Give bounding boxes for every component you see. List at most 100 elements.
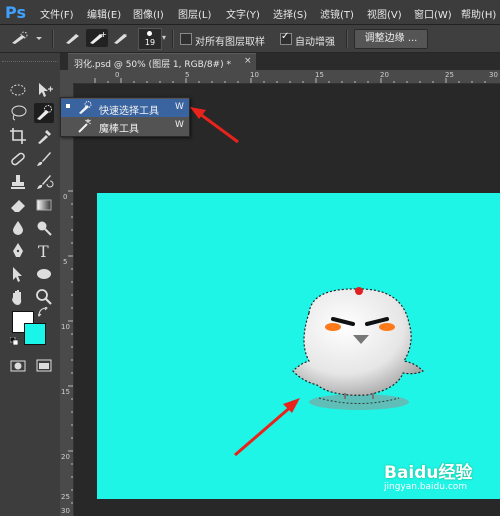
brush-tool[interactable] bbox=[34, 149, 54, 169]
blur-tool[interactable] bbox=[8, 218, 28, 238]
dodge-icon bbox=[37, 221, 52, 236]
subtract-from-selection-button[interactable]: - bbox=[110, 29, 132, 47]
brush-new-icon bbox=[66, 34, 79, 44]
hand-icon bbox=[12, 290, 22, 305]
shape-tool[interactable] bbox=[34, 264, 54, 284]
svg-text:+: + bbox=[100, 30, 107, 39]
path-selection-tool[interactable] bbox=[8, 264, 28, 284]
add-to-selection-button[interactable]: + bbox=[86, 29, 108, 47]
screen-mode-icon bbox=[36, 359, 52, 372]
swap-colors-icon[interactable] bbox=[37, 306, 48, 317]
tool-flyout-menu: 快速选择工具 W 魔棒工具 W bbox=[60, 97, 190, 137]
healing-brush-tool[interactable] bbox=[8, 149, 28, 169]
gradient-tool[interactable] bbox=[34, 195, 54, 215]
menu-edit[interactable]: 编辑(E) bbox=[87, 6, 121, 21]
sample-all-layers-label: 对所有图层取样 bbox=[195, 37, 265, 48]
lasso-icon bbox=[11, 105, 27, 121]
history-brush-icon bbox=[37, 175, 54, 189]
annotation-arrow bbox=[190, 107, 239, 144]
chevron-down-icon[interactable]: ▾ bbox=[162, 33, 166, 42]
type-icon: T bbox=[38, 242, 49, 261]
sample-all-layers-checkbox[interactable] bbox=[180, 33, 192, 45]
hand-tool[interactable] bbox=[8, 287, 28, 307]
menu-image[interactable]: 图像(I) bbox=[133, 6, 164, 21]
default-colors-icon[interactable] bbox=[9, 336, 19, 346]
menu-select[interactable]: 选择(S) bbox=[273, 6, 307, 21]
stamp-icon bbox=[11, 175, 25, 189]
toolbox-grip[interactable] bbox=[2, 55, 58, 62]
separator bbox=[172, 30, 174, 48]
watermark-brand: Baidu经验 bbox=[384, 463, 473, 483]
crop-icon bbox=[10, 128, 26, 144]
menu-layer[interactable]: 图层(L) bbox=[178, 6, 211, 21]
bandage-icon bbox=[11, 152, 25, 166]
menu-filter[interactable]: 滤镜(T) bbox=[320, 6, 354, 21]
menu-window[interactable]: 窗口(W) bbox=[414, 6, 452, 21]
ruler-tick-label: 5 bbox=[63, 258, 68, 266]
eyedropper-icon bbox=[38, 130, 51, 144]
move-tool[interactable] bbox=[34, 80, 54, 100]
svg-text:T: T bbox=[38, 242, 49, 261]
ruler-horizontal[interactable]: 0 5 10 15 20 25 30 bbox=[75, 70, 500, 84]
crop-tool[interactable] bbox=[8, 126, 28, 146]
watermark-url: jingyan.baidu.com bbox=[384, 482, 468, 492]
flyout-item-shortcut: W bbox=[175, 120, 184, 130]
dodge-tool[interactable] bbox=[34, 218, 54, 238]
close-icon[interactable]: × bbox=[244, 56, 252, 66]
type-tool[interactable]: T bbox=[34, 241, 54, 261]
magnifier-icon bbox=[36, 289, 52, 305]
document-canvas[interactable] bbox=[97, 193, 500, 499]
flyout-item-label: 快速选择工具 bbox=[99, 106, 159, 117]
marquee-icon bbox=[10, 84, 26, 96]
quick-selection-icon bbox=[37, 105, 52, 120]
ruler-vertical[interactable]: 0 5 10 15 20 25 30 bbox=[60, 83, 74, 516]
separator bbox=[52, 30, 54, 48]
zoom-tool[interactable] bbox=[34, 287, 54, 307]
clone-stamp-tool[interactable] bbox=[8, 172, 28, 192]
separator bbox=[346, 30, 348, 48]
options-bar: + - 19 ▾ 对所有图层取样 自动增强 调整边缘 ... bbox=[0, 25, 500, 53]
ruler-tick-label: 0 bbox=[63, 193, 68, 201]
screen-mode-button[interactable] bbox=[34, 356, 54, 376]
eyedropper-tool[interactable] bbox=[34, 126, 54, 146]
brush-tip-icon bbox=[147, 31, 152, 36]
menu-file[interactable]: 文件(F) bbox=[40, 6, 74, 21]
eraser-icon bbox=[11, 200, 25, 212]
document-tab[interactable]: 羽化.psd @ 50% (图层 1, RGB/8#) * × bbox=[68, 53, 256, 71]
chick-illustration bbox=[234, 287, 425, 457]
gradient-icon bbox=[36, 199, 52, 211]
menu-view[interactable]: 视图(V) bbox=[367, 6, 402, 21]
flyout-item-magic-wand[interactable]: 魔棒工具 W bbox=[61, 117, 189, 135]
menu-type[interactable]: 文字(Y) bbox=[226, 6, 260, 21]
flyout-item-label: 魔棒工具 bbox=[99, 124, 139, 135]
flyout-item-shortcut: W bbox=[175, 102, 184, 112]
auto-enhance-checkbox[interactable] bbox=[280, 31, 292, 45]
brush-size-picker[interactable]: 19 bbox=[138, 28, 162, 50]
menu-help[interactable]: 帮助(H) bbox=[461, 6, 496, 21]
lasso-tool[interactable] bbox=[8, 103, 28, 123]
svg-text:-: - bbox=[124, 30, 127, 39]
background-color-swatch[interactable] bbox=[24, 323, 46, 345]
menu-bar: Ps 文件(F) 编辑(E) 图像(I) 图层(L) 文字(Y) 选择(S) 滤… bbox=[0, 0, 500, 25]
brush-subtract-icon: - bbox=[114, 30, 127, 44]
quick-selection-tool[interactable] bbox=[34, 103, 54, 123]
refine-edge-button[interactable]: 调整边缘 ... bbox=[354, 29, 428, 49]
quick-mask-button[interactable] bbox=[8, 356, 28, 376]
path-select-icon bbox=[13, 267, 22, 282]
history-brush-tool[interactable] bbox=[34, 172, 54, 192]
selected-bullet-icon bbox=[66, 104, 70, 108]
tool-preset-picker[interactable] bbox=[8, 29, 44, 47]
drop-icon bbox=[13, 221, 23, 235]
brush-icon bbox=[37, 152, 51, 166]
brush-add-icon: + bbox=[90, 30, 107, 44]
marquee-tool[interactable] bbox=[8, 80, 28, 100]
quick-selection-icon bbox=[12, 31, 42, 44]
new-selection-button[interactable] bbox=[62, 29, 84, 47]
ruler-origin[interactable] bbox=[60, 70, 75, 83]
magic-wand-icon bbox=[77, 118, 93, 134]
quick-selection-icon bbox=[77, 100, 93, 116]
flyout-item-quick-selection[interactable]: 快速选择工具 W bbox=[61, 99, 189, 117]
pen-tool[interactable] bbox=[8, 241, 28, 261]
ruler-ticks bbox=[68, 190, 73, 504]
eraser-tool[interactable] bbox=[8, 195, 28, 215]
